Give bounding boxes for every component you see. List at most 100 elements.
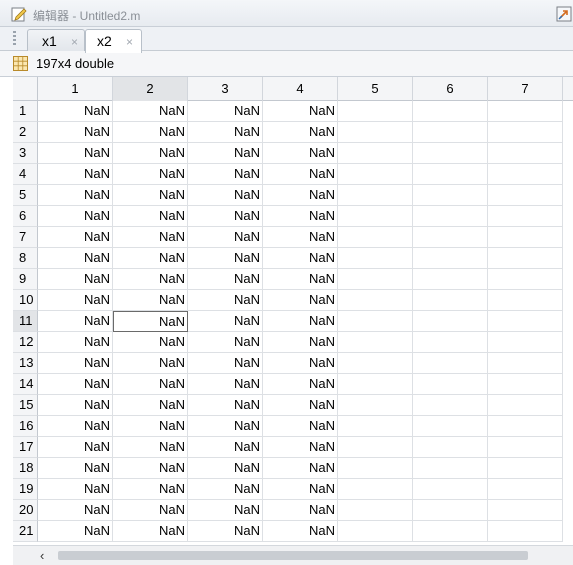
table-cell[interactable]: NaN bbox=[263, 227, 338, 248]
table-cell[interactable]: NaN bbox=[113, 353, 188, 374]
table-cell[interactable]: NaN bbox=[38, 332, 113, 353]
table-cell[interactable] bbox=[338, 269, 413, 290]
table-cell[interactable] bbox=[338, 416, 413, 437]
table-cell[interactable] bbox=[488, 416, 563, 437]
table-cell[interactable]: NaN bbox=[38, 164, 113, 185]
scroll-thumb[interactable] bbox=[58, 551, 528, 560]
table-cell[interactable] bbox=[488, 374, 563, 395]
table-cell[interactable]: NaN bbox=[188, 416, 263, 437]
row-header[interactable]: 16 bbox=[13, 416, 38, 437]
table-cell[interactable]: NaN bbox=[38, 185, 113, 206]
table-cell[interactable] bbox=[488, 143, 563, 164]
table-cell[interactable] bbox=[488, 521, 563, 542]
drag-handle[interactable] bbox=[13, 31, 16, 47]
table-cell[interactable]: NaN bbox=[263, 332, 338, 353]
row-header[interactable]: 10 bbox=[13, 290, 38, 311]
row-header[interactable]: 20 bbox=[13, 500, 38, 521]
table-cell[interactable] bbox=[488, 437, 563, 458]
table-cell[interactable]: NaN bbox=[188, 500, 263, 521]
table-cell[interactable]: NaN bbox=[113, 458, 188, 479]
table-cell[interactable] bbox=[338, 332, 413, 353]
table-cell[interactable]: NaN bbox=[188, 374, 263, 395]
table-cell[interactable]: NaN bbox=[113, 416, 188, 437]
table-cell[interactable]: NaN bbox=[113, 185, 188, 206]
table-cell[interactable] bbox=[488, 206, 563, 227]
table-cell[interactable]: NaN bbox=[113, 311, 188, 332]
variable-editor-grid[interactable]: 1234567 1 NaN NaN NaN NaN 2 NaN NaN NaN NaN 3 NaN Na… bbox=[13, 77, 573, 545]
table-cell[interactable]: NaN bbox=[38, 206, 113, 227]
table-cell[interactable] bbox=[338, 248, 413, 269]
table-cell[interactable]: NaN bbox=[188, 248, 263, 269]
table-cell[interactable]: NaN bbox=[263, 521, 338, 542]
table-cell[interactable]: NaN bbox=[38, 101, 113, 122]
table-cell[interactable]: NaN bbox=[113, 332, 188, 353]
row-header[interactable]: 21 bbox=[13, 521, 38, 542]
table-cell[interactable] bbox=[413, 290, 488, 311]
row-header[interactable]: 3 bbox=[13, 143, 38, 164]
table-cell[interactable]: NaN bbox=[263, 437, 338, 458]
row-header[interactable]: 11 bbox=[13, 311, 38, 332]
table-cell[interactable] bbox=[338, 101, 413, 122]
table-cell[interactable] bbox=[338, 227, 413, 248]
close-icon[interactable]: × bbox=[71, 35, 78, 49]
table-cell[interactable]: NaN bbox=[113, 227, 188, 248]
table-cell[interactable]: NaN bbox=[263, 458, 338, 479]
table-cell[interactable]: NaN bbox=[113, 374, 188, 395]
table-cell[interactable] bbox=[488, 290, 563, 311]
table-cell[interactable]: NaN bbox=[263, 479, 338, 500]
row-header[interactable]: 5 bbox=[13, 185, 38, 206]
column-header[interactable]: 7 bbox=[488, 77, 563, 101]
table-cell[interactable] bbox=[488, 122, 563, 143]
table-cell[interactable] bbox=[413, 500, 488, 521]
tab-x2[interactable]: x2 × bbox=[85, 29, 142, 53]
table-cell[interactable] bbox=[413, 143, 488, 164]
table-cell[interactable]: NaN bbox=[38, 437, 113, 458]
table-cell[interactable] bbox=[338, 500, 413, 521]
table-cell[interactable] bbox=[338, 185, 413, 206]
table-cell[interactable]: NaN bbox=[38, 248, 113, 269]
table-cell[interactable] bbox=[413, 122, 488, 143]
table-cell[interactable] bbox=[488, 227, 563, 248]
table-cell[interactable] bbox=[488, 332, 563, 353]
table-cell[interactable] bbox=[413, 248, 488, 269]
table-cell[interactable]: NaN bbox=[38, 521, 113, 542]
table-cell[interactable]: NaN bbox=[263, 122, 338, 143]
table-cell[interactable] bbox=[488, 269, 563, 290]
row-header[interactable]: 15 bbox=[13, 395, 38, 416]
table-cell[interactable] bbox=[338, 374, 413, 395]
table-cell[interactable] bbox=[413, 332, 488, 353]
column-header[interactable]: 4 bbox=[263, 77, 338, 101]
table-cell[interactable]: NaN bbox=[188, 395, 263, 416]
table-cell[interactable]: NaN bbox=[38, 311, 113, 332]
column-header[interactable]: 5 bbox=[338, 77, 413, 101]
table-cell[interactable]: NaN bbox=[188, 290, 263, 311]
table-cell[interactable]: NaN bbox=[263, 374, 338, 395]
table-cell[interactable]: NaN bbox=[38, 290, 113, 311]
table-cell[interactable] bbox=[338, 122, 413, 143]
table-cell[interactable]: NaN bbox=[263, 395, 338, 416]
table-cell[interactable] bbox=[338, 458, 413, 479]
table-cell[interactable]: NaN bbox=[113, 500, 188, 521]
table-cell[interactable]: NaN bbox=[263, 416, 338, 437]
table-cell[interactable] bbox=[338, 521, 413, 542]
table-cell[interactable]: NaN bbox=[113, 248, 188, 269]
column-header[interactable]: 3 bbox=[188, 77, 263, 101]
row-header[interactable]: 19 bbox=[13, 479, 38, 500]
table-cell[interactable]: NaN bbox=[188, 437, 263, 458]
table-cell[interactable]: NaN bbox=[188, 122, 263, 143]
table-cell[interactable]: NaN bbox=[113, 521, 188, 542]
table-cell[interactable]: NaN bbox=[38, 374, 113, 395]
table-cell[interactable] bbox=[413, 521, 488, 542]
table-cell[interactable]: NaN bbox=[188, 164, 263, 185]
table-cell[interactable]: NaN bbox=[113, 269, 188, 290]
row-header[interactable]: 8 bbox=[13, 248, 38, 269]
table-cell[interactable] bbox=[338, 311, 413, 332]
column-header[interactable]: 2 bbox=[113, 77, 188, 101]
table-cell[interactable]: NaN bbox=[188, 143, 263, 164]
table-cell[interactable] bbox=[488, 248, 563, 269]
table-cell[interactable] bbox=[413, 227, 488, 248]
table-cell[interactable]: NaN bbox=[188, 479, 263, 500]
table-cell[interactable]: NaN bbox=[263, 269, 338, 290]
row-header[interactable]: 6 bbox=[13, 206, 38, 227]
row-header[interactable]: 4 bbox=[13, 164, 38, 185]
